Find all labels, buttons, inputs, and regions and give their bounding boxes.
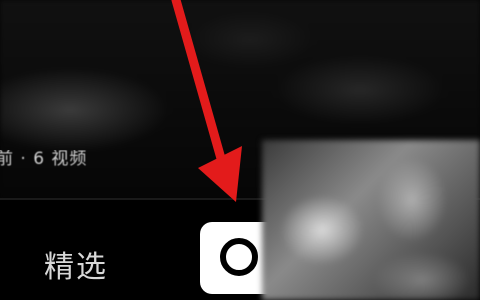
screen: 前 · 6 视频 精选	[0, 0, 480, 300]
caption-text: 前 · 6 视频	[0, 150, 88, 169]
record-ring-icon	[220, 238, 258, 276]
tab-featured[interactable]: 精选	[44, 242, 108, 286]
caption: 前 · 6 视频	[0, 150, 190, 180]
blurred-panel	[262, 140, 480, 300]
